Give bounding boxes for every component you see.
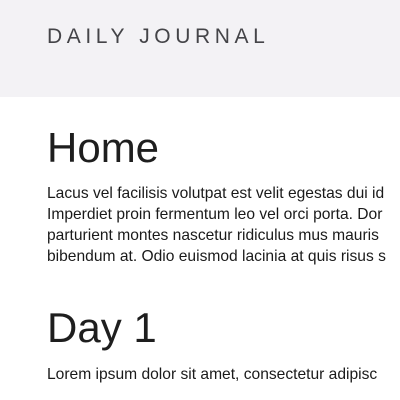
home-paragraph: Lacus vel facilisis volutpat est velit e… xyxy=(47,183,400,267)
paragraph-line: bibendum at. Odio euismod lacinia at qui… xyxy=(47,248,386,265)
site-title[interactable]: DAILY JOURNAL xyxy=(47,25,269,49)
section-heading-home: Home xyxy=(47,124,160,171)
paragraph-line: parturient montes nascetur ridiculus mus… xyxy=(47,227,379,244)
day-1-paragraph: Lorem ipsum dolor sit amet, consectetur … xyxy=(47,364,400,385)
paragraph-line: Imperdiet proin fermentum leo vel orci p… xyxy=(47,206,383,223)
site-header: DAILY JOURNAL xyxy=(0,0,400,97)
paragraph-line: Lacus vel facilisis volutpat est velit e… xyxy=(47,185,385,202)
journal-page: DAILY JOURNAL Home Lacus vel facilisis v… xyxy=(0,0,400,400)
paragraph-line: Lorem ipsum dolor sit amet, consectetur … xyxy=(47,366,378,383)
journal-content: Home Lacus vel facilisis volutpat est ve… xyxy=(47,97,400,400)
section-heading-day-1: Day 1 xyxy=(47,304,157,351)
